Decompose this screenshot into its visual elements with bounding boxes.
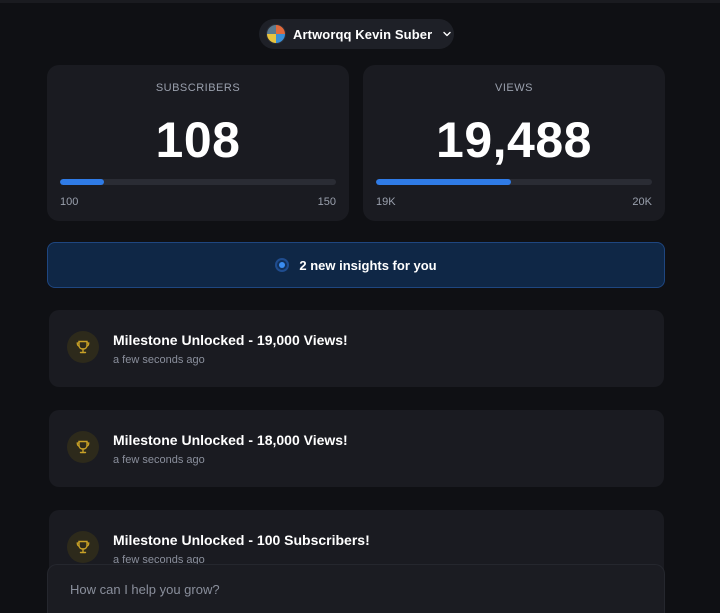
milestone-title: Milestone Unlocked - 18,000 Views! — [113, 432, 348, 448]
subscribers-value: 108 — [155, 112, 241, 168]
views-value: 19,488 — [436, 112, 592, 168]
views-progress-bar — [376, 179, 652, 185]
subscribers-max: 150 — [317, 196, 336, 208]
subscribers-min: 100 — [60, 196, 79, 208]
milestone-card[interactable]: Milestone Unlocked - 19,000 Views! a few… — [49, 310, 664, 387]
views-progress-fill — [376, 179, 512, 185]
subscribers-card: SUBSCRIBERS 108 100 150 — [47, 65, 349, 221]
insights-text: 2 new insights for you — [299, 257, 437, 273]
subscribers-progress-bar — [60, 179, 336, 185]
top-edge-strip — [0, 0, 720, 3]
insights-banner[interactable]: 2 new insights for you — [47, 242, 665, 288]
channel-name: Artworqq Kevin Suber — [293, 26, 433, 42]
milestone-card[interactable]: Milestone Unlocked - 18,000 Views! a few… — [49, 410, 664, 487]
trophy-icon — [67, 331, 99, 363]
channel-avatar — [266, 24, 286, 44]
views-min: 19K — [376, 196, 396, 208]
subscribers-label: SUBSCRIBERS — [155, 82, 241, 94]
views-max: 20K — [632, 196, 652, 208]
milestone-title: Milestone Unlocked - 100 Subscribers! — [113, 532, 370, 548]
milestone-title: Milestone Unlocked - 19,000 Views! — [113, 332, 348, 348]
trophy-icon — [67, 531, 99, 563]
subscribers-progress-fill — [60, 179, 105, 185]
channel-selector[interactable]: Artworqq Kevin Suber — [259, 19, 454, 49]
chevron-down-icon — [443, 31, 451, 37]
chat-input[interactable] — [70, 579, 630, 599]
views-label: VIEWS — [495, 82, 533, 94]
milestone-time: a few seconds ago — [113, 354, 205, 366]
chat-bar — [47, 564, 665, 613]
milestone-time: a few seconds ago — [113, 454, 205, 466]
trophy-icon — [67, 431, 99, 463]
views-card: VIEWS 19,488 19K 20K — [363, 65, 665, 221]
radio-dot-icon — [275, 258, 290, 272]
